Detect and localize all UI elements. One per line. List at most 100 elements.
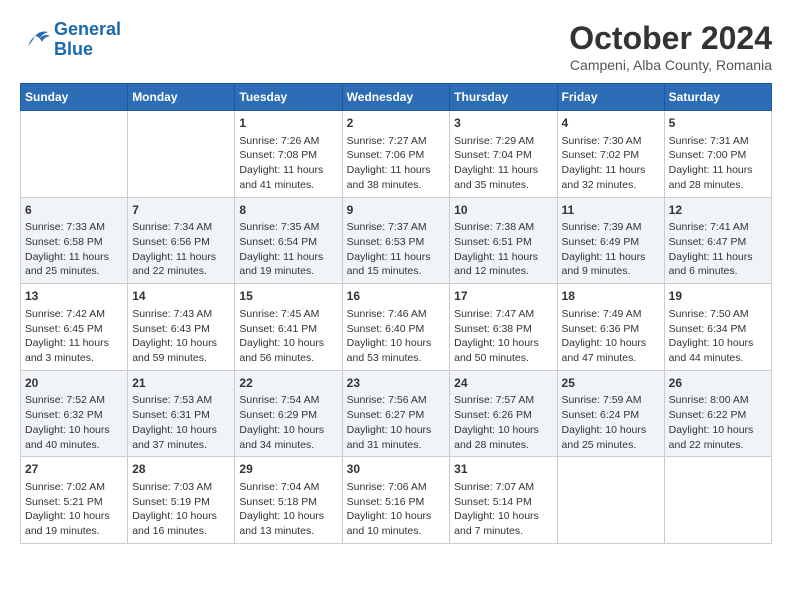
day-info: Sunrise: 7:56 AM bbox=[347, 393, 446, 408]
calendar-cell: 28Sunrise: 7:03 AMSunset: 5:19 PMDayligh… bbox=[128, 457, 235, 544]
calendar-cell: 4Sunrise: 7:30 AMSunset: 7:02 PMDaylight… bbox=[557, 111, 664, 198]
day-info: Sunrise: 7:03 AM bbox=[132, 480, 230, 495]
day-info: Daylight: 10 hours and 25 minutes. bbox=[562, 423, 660, 452]
day-info: Sunrise: 7:59 AM bbox=[562, 393, 660, 408]
col-friday: Friday bbox=[557, 84, 664, 111]
day-number: 9 bbox=[347, 202, 446, 219]
calendar-cell: 19Sunrise: 7:50 AMSunset: 6:34 PMDayligh… bbox=[664, 284, 771, 371]
day-info: Daylight: 10 hours and 59 minutes. bbox=[132, 336, 230, 365]
week-row-4: 20Sunrise: 7:52 AMSunset: 6:32 PMDayligh… bbox=[21, 370, 772, 457]
day-info: Daylight: 10 hours and 37 minutes. bbox=[132, 423, 230, 452]
col-saturday: Saturday bbox=[664, 84, 771, 111]
day-number: 31 bbox=[454, 461, 552, 478]
day-info: Sunrise: 7:39 AM bbox=[562, 220, 660, 235]
day-info: Sunrise: 7:52 AM bbox=[25, 393, 123, 408]
day-info: Sunset: 7:02 PM bbox=[562, 148, 660, 163]
day-info: Daylight: 10 hours and 16 minutes. bbox=[132, 509, 230, 538]
day-number: 2 bbox=[347, 115, 446, 132]
day-info: Sunrise: 7:07 AM bbox=[454, 480, 552, 495]
day-info: Sunrise: 7:41 AM bbox=[669, 220, 767, 235]
day-number: 5 bbox=[669, 115, 767, 132]
day-info: Sunset: 5:14 PM bbox=[454, 495, 552, 510]
day-info: Sunrise: 7:33 AM bbox=[25, 220, 123, 235]
day-info: Sunrise: 7:38 AM bbox=[454, 220, 552, 235]
calendar-cell: 22Sunrise: 7:54 AMSunset: 6:29 PMDayligh… bbox=[235, 370, 342, 457]
day-number: 29 bbox=[239, 461, 337, 478]
day-info: Sunrise: 7:26 AM bbox=[239, 134, 337, 149]
day-info: Sunset: 7:04 PM bbox=[454, 148, 552, 163]
day-info: Daylight: 11 hours and 41 minutes. bbox=[239, 163, 337, 192]
day-info: Sunrise: 7:34 AM bbox=[132, 220, 230, 235]
day-info: Sunrise: 7:46 AM bbox=[347, 307, 446, 322]
day-number: 25 bbox=[562, 375, 660, 392]
calendar-cell: 15Sunrise: 7:45 AMSunset: 6:41 PMDayligh… bbox=[235, 284, 342, 371]
day-number: 24 bbox=[454, 375, 552, 392]
calendar-cell: 26Sunrise: 8:00 AMSunset: 6:22 PMDayligh… bbox=[664, 370, 771, 457]
calendar-cell: 11Sunrise: 7:39 AMSunset: 6:49 PMDayligh… bbox=[557, 197, 664, 284]
calendar-cell bbox=[21, 111, 128, 198]
calendar-header: Sunday Monday Tuesday Wednesday Thursday… bbox=[21, 84, 772, 111]
week-row-3: 13Sunrise: 7:42 AMSunset: 6:45 PMDayligh… bbox=[21, 284, 772, 371]
day-info: Daylight: 10 hours and 7 minutes. bbox=[454, 509, 552, 538]
calendar-cell: 18Sunrise: 7:49 AMSunset: 6:36 PMDayligh… bbox=[557, 284, 664, 371]
day-info: Daylight: 11 hours and 15 minutes. bbox=[347, 250, 446, 279]
day-info: Sunrise: 7:43 AM bbox=[132, 307, 230, 322]
day-info: Sunset: 6:27 PM bbox=[347, 408, 446, 423]
day-number: 30 bbox=[347, 461, 446, 478]
day-info: Sunset: 6:29 PM bbox=[239, 408, 337, 423]
day-info: Sunrise: 7:57 AM bbox=[454, 393, 552, 408]
calendar-cell: 5Sunrise: 7:31 AMSunset: 7:00 PMDaylight… bbox=[664, 111, 771, 198]
day-number: 11 bbox=[562, 202, 660, 219]
day-number: 12 bbox=[669, 202, 767, 219]
day-number: 19 bbox=[669, 288, 767, 305]
col-sunday: Sunday bbox=[21, 84, 128, 111]
day-number: 20 bbox=[25, 375, 123, 392]
day-info: Daylight: 10 hours and 40 minutes. bbox=[25, 423, 123, 452]
day-info: Daylight: 11 hours and 9 minutes. bbox=[562, 250, 660, 279]
day-info: Sunrise: 7:30 AM bbox=[562, 134, 660, 149]
day-number: 8 bbox=[239, 202, 337, 219]
day-info: Daylight: 10 hours and 50 minutes. bbox=[454, 336, 552, 365]
calendar-cell: 9Sunrise: 7:37 AMSunset: 6:53 PMDaylight… bbox=[342, 197, 450, 284]
day-info: Sunrise: 7:06 AM bbox=[347, 480, 446, 495]
col-monday: Monday bbox=[128, 84, 235, 111]
calendar-cell: 25Sunrise: 7:59 AMSunset: 6:24 PMDayligh… bbox=[557, 370, 664, 457]
day-number: 13 bbox=[25, 288, 123, 305]
col-wednesday: Wednesday bbox=[342, 84, 450, 111]
day-info: Sunset: 7:00 PM bbox=[669, 148, 767, 163]
day-info: Sunrise: 8:00 AM bbox=[669, 393, 767, 408]
week-row-5: 27Sunrise: 7:02 AMSunset: 5:21 PMDayligh… bbox=[21, 457, 772, 544]
calendar-cell: 21Sunrise: 7:53 AMSunset: 6:31 PMDayligh… bbox=[128, 370, 235, 457]
day-info: Daylight: 10 hours and 10 minutes. bbox=[347, 509, 446, 538]
day-info: Daylight: 10 hours and 19 minutes. bbox=[25, 509, 123, 538]
day-number: 1 bbox=[239, 115, 337, 132]
month-title: October 2024 bbox=[569, 20, 772, 57]
calendar-cell: 16Sunrise: 7:46 AMSunset: 6:40 PMDayligh… bbox=[342, 284, 450, 371]
day-number: 26 bbox=[669, 375, 767, 392]
day-number: 10 bbox=[454, 202, 552, 219]
day-info: Daylight: 10 hours and 31 minutes. bbox=[347, 423, 446, 452]
day-number: 27 bbox=[25, 461, 123, 478]
day-info: Daylight: 11 hours and 25 minutes. bbox=[25, 250, 123, 279]
calendar-cell: 6Sunrise: 7:33 AMSunset: 6:58 PMDaylight… bbox=[21, 197, 128, 284]
calendar-cell: 7Sunrise: 7:34 AMSunset: 6:56 PMDaylight… bbox=[128, 197, 235, 284]
day-number: 21 bbox=[132, 375, 230, 392]
day-info: Sunset: 7:06 PM bbox=[347, 148, 446, 163]
page-header: General Blue October 2024 Campeni, Alba … bbox=[20, 20, 772, 73]
day-info: Daylight: 11 hours and 19 minutes. bbox=[239, 250, 337, 279]
calendar-cell: 14Sunrise: 7:43 AMSunset: 6:43 PMDayligh… bbox=[128, 284, 235, 371]
day-info: Sunset: 6:49 PM bbox=[562, 235, 660, 250]
calendar-cell: 17Sunrise: 7:47 AMSunset: 6:38 PMDayligh… bbox=[450, 284, 557, 371]
title-block: October 2024 Campeni, Alba County, Roman… bbox=[569, 20, 772, 73]
day-info: Sunset: 6:26 PM bbox=[454, 408, 552, 423]
week-row-2: 6Sunrise: 7:33 AMSunset: 6:58 PMDaylight… bbox=[21, 197, 772, 284]
calendar-cell: 20Sunrise: 7:52 AMSunset: 6:32 PMDayligh… bbox=[21, 370, 128, 457]
day-number: 3 bbox=[454, 115, 552, 132]
col-tuesday: Tuesday bbox=[235, 84, 342, 111]
day-info: Sunset: 6:38 PM bbox=[454, 322, 552, 337]
day-number: 6 bbox=[25, 202, 123, 219]
day-info: Daylight: 10 hours and 34 minutes. bbox=[239, 423, 337, 452]
calendar-cell: 23Sunrise: 7:56 AMSunset: 6:27 PMDayligh… bbox=[342, 370, 450, 457]
day-info: Sunrise: 7:37 AM bbox=[347, 220, 446, 235]
day-info: Sunset: 5:16 PM bbox=[347, 495, 446, 510]
